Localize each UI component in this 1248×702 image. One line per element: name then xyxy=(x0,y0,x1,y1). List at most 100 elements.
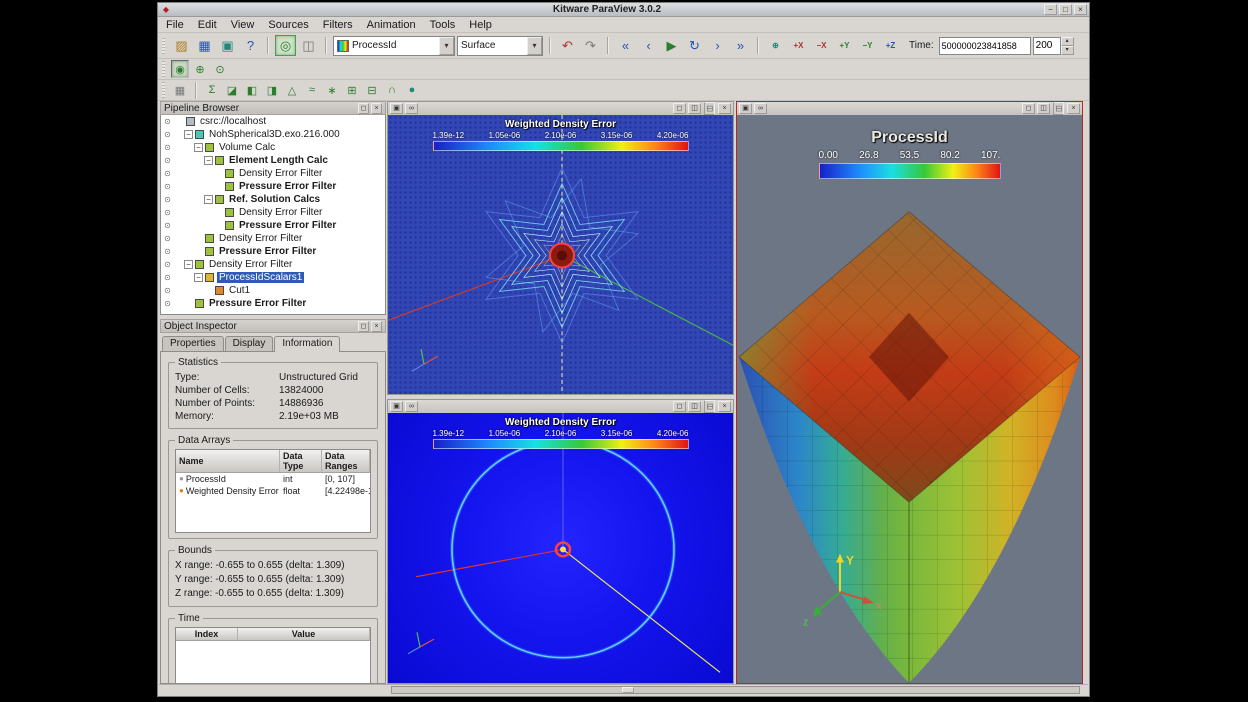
threshold-filter-icon[interactable]: ◨ xyxy=(263,81,281,99)
pipeline-item[interactable]: ⊙ Density Error Filter xyxy=(161,167,385,180)
pipeline-item[interactable]: ⊙ − Density Error Filter xyxy=(161,258,385,271)
collapse-icon[interactable]: − xyxy=(184,260,193,269)
toolbar-grip[interactable] xyxy=(162,82,165,98)
pipeline-item-server[interactable]: ⊙ csrc://localhost xyxy=(161,115,385,128)
undo-icon[interactable]: ↶ xyxy=(557,35,578,56)
menu-animation[interactable]: Animation xyxy=(367,19,416,31)
calculator-icon[interactable]: Σ xyxy=(203,81,221,99)
pipeline-item[interactable]: ⊙ Pressure Error Filter xyxy=(161,180,385,193)
eye-icon[interactable]: ⊙ xyxy=(161,247,174,256)
warp-filter-icon[interactable]: ∩ xyxy=(383,81,401,99)
toolbar-grip[interactable] xyxy=(162,61,165,77)
reset-camera-icon[interactable]: ⊕ xyxy=(765,35,786,56)
pipeline-item[interactable]: ⊙ Pressure Error Filter xyxy=(161,245,385,258)
eye-icon[interactable]: ⊙ xyxy=(161,221,174,230)
viewport-processid-surface[interactable]: Y x z ProcessId 0.00 26. xyxy=(737,115,1082,683)
table-row[interactable]: ●ProcessId int [0, 107] xyxy=(176,473,370,485)
render-view-right-active[interactable]: ▣ ∞ ◻ ◫ ◫ × xyxy=(736,101,1083,684)
eye-icon[interactable]: ⊙ xyxy=(161,143,174,152)
vcr-first-icon[interactable]: « xyxy=(615,35,636,56)
stream-tracer-icon[interactable]: ≈ xyxy=(303,81,321,99)
eye-icon[interactable]: ⊙ xyxy=(161,260,174,269)
eye-icon[interactable]: ⊙ xyxy=(161,182,174,191)
split-vertical-icon[interactable]: ◫ xyxy=(704,400,715,413)
pipeline-item[interactable]: ⊙ Density Error Filter xyxy=(161,206,385,219)
collapse-icon[interactable]: − xyxy=(194,273,203,282)
frame-input[interactable] xyxy=(1033,37,1061,55)
pipeline-item[interactable]: ⊙ − Volume Calc xyxy=(161,141,385,154)
dock-close-icon[interactable]: × xyxy=(371,321,382,332)
view-link-icon[interactable]: ∞ xyxy=(405,401,418,412)
view-camera-icon[interactable]: ▣ xyxy=(390,103,403,114)
eye-icon[interactable]: ⊙ xyxy=(161,195,174,204)
table-row[interactable]: ●Weighted Density Error float [4.22498e-… xyxy=(176,485,370,497)
close-button[interactable]: × xyxy=(1074,4,1087,15)
frame-spinner[interactable]: ▴ ▾ xyxy=(1033,37,1074,55)
eye-icon[interactable]: ⊙ xyxy=(161,130,174,139)
progress-bar[interactable] xyxy=(391,686,1080,694)
eye-icon[interactable]: ⊙ xyxy=(161,286,174,295)
camera-minus-y-icon[interactable]: −Y xyxy=(857,35,878,56)
pipeline-item-source[interactable]: ⊙ − NohSpherical3D.exo.216.000 xyxy=(161,128,385,141)
column-header-name[interactable]: Name xyxy=(176,450,280,472)
vcr-previous-icon[interactable]: ‹ xyxy=(638,35,659,56)
spin-up-icon[interactable]: ▴ xyxy=(1061,37,1074,46)
column-header-type[interactable]: Data Type xyxy=(280,450,322,472)
column-header-ranges[interactable]: Data Ranges xyxy=(322,450,370,472)
split-horizontal-icon[interactable]: ◫ xyxy=(688,103,701,114)
viewport-density-slice[interactable]: Weighted Density Error 1.39e-12 1.05e-06… xyxy=(388,413,733,683)
show-center-icon[interactable]: ◉ xyxy=(171,60,189,78)
pipeline-browser-header[interactable]: Pipeline Browser ◻ × xyxy=(160,101,386,115)
glyph-filter-icon[interactable]: ∗ xyxy=(323,81,341,99)
help-icon[interactable]: ? xyxy=(240,35,261,56)
pipeline-item[interactable]: ⊙ Density Error Filter xyxy=(161,232,385,245)
titlebar[interactable]: ◆ Kitware ParaView 3.0.2 − □ × xyxy=(158,3,1089,17)
pipeline-item[interactable]: ⊙ Pressure Error Filter xyxy=(161,297,385,310)
camera-plus-x-icon[interactable]: +X xyxy=(788,35,809,56)
reset-center-icon[interactable]: ⊙ xyxy=(211,60,229,78)
camera-plus-z-icon[interactable]: +Z xyxy=(880,35,901,56)
split-horizontal-icon[interactable]: ◫ xyxy=(688,401,701,412)
zoom-select-icon[interactable]: ◎ xyxy=(275,35,296,56)
view-close-icon[interactable]: × xyxy=(1067,103,1080,114)
progress-handle[interactable] xyxy=(622,687,634,693)
open-icon[interactable]: ▨ xyxy=(171,35,192,56)
redo-icon[interactable]: ↷ xyxy=(580,35,601,56)
pipeline-item[interactable]: ⊙ Pressure Error Filter xyxy=(161,219,385,232)
screenshot-icon[interactable]: ▣ xyxy=(217,35,238,56)
contour-filter-icon[interactable]: △ xyxy=(283,81,301,99)
save-icon[interactable]: ▦ xyxy=(194,35,215,56)
render-view-top[interactable]: ▣ ∞ ◻ ◫ ◫ × xyxy=(387,101,734,395)
dock-float-icon[interactable]: ◻ xyxy=(358,321,369,332)
spin-down-icon[interactable]: ▾ xyxy=(1061,46,1074,55)
menu-filters[interactable]: Filters xyxy=(323,19,353,31)
time-table[interactable]: Index Value xyxy=(175,627,371,684)
probe-filter-icon[interactable]: ● xyxy=(403,81,421,99)
minimize-button[interactable]: − xyxy=(1044,4,1057,15)
maximize-button[interactable]: □ xyxy=(1059,4,1072,15)
spreadsheet-icon[interactable]: ▦ xyxy=(171,81,189,99)
clip-filter-icon[interactable]: ◪ xyxy=(223,81,241,99)
dock-close-icon[interactable]: × xyxy=(371,103,382,114)
toolbar-grip[interactable] xyxy=(162,38,165,54)
menu-sources[interactable]: Sources xyxy=(268,19,308,31)
column-header-value[interactable]: Value xyxy=(238,628,370,640)
time-input[interactable] xyxy=(939,37,1031,55)
camera-minus-x-icon[interactable]: −X xyxy=(811,35,832,56)
split-vertical-icon[interactable]: ◫ xyxy=(704,102,715,115)
pipeline-item-selected[interactable]: ⊙ − ProcessIdScalars1 xyxy=(161,271,385,284)
tab-properties[interactable]: Properties xyxy=(162,336,224,351)
eye-icon[interactable]: ⊙ xyxy=(161,117,174,126)
menu-edit[interactable]: Edit xyxy=(198,19,217,31)
column-header-index[interactable]: Index xyxy=(176,628,238,640)
vcr-play-icon[interactable]: ▶ xyxy=(661,35,682,56)
viewport-density-mesh[interactable]: Weighted Density Error 1.39e-12 1.05e-06… xyxy=(388,115,733,394)
eye-icon[interactable]: ⊙ xyxy=(161,156,174,165)
extract-group-icon[interactable]: ⊟ xyxy=(363,81,381,99)
menu-help[interactable]: Help xyxy=(469,19,492,31)
tab-display[interactable]: Display xyxy=(225,336,274,351)
dock-float-icon[interactable]: ◻ xyxy=(358,103,369,114)
split-horizontal-icon[interactable]: ◫ xyxy=(1037,103,1050,114)
eye-icon[interactable]: ⊙ xyxy=(161,299,174,308)
vcr-loop-icon[interactable]: ↻ xyxy=(684,35,705,56)
